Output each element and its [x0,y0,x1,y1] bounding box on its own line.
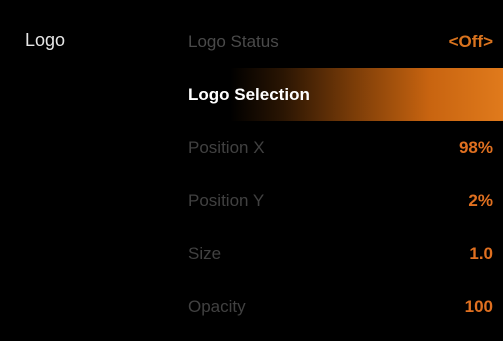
menu-item-value: 2% [468,190,493,210]
menu-item-position-x[interactable]: Position X 98% [170,121,503,174]
menu-item-logo-status[interactable]: Logo Status <Off> [170,15,503,68]
logo-settings-menu: Logo Status <Off> Logo Selection Positio… [170,15,503,333]
menu-item-label: Position X [188,137,265,157]
menu-item-value: 100 [464,296,493,316]
menu-item-label: Logo Status [188,31,279,51]
menu-item-label: Logo Selection [188,84,310,104]
osd-menu-screen: Logo Logo Status <Off> Logo Selection Po… [0,0,503,341]
menu-item-logo-selection[interactable]: Logo Selection [170,68,503,121]
menu-item-opacity[interactable]: Opacity 100 [170,280,503,333]
menu-item-position-y[interactable]: Position Y 2% [170,174,503,227]
menu-item-label: Opacity [188,296,246,316]
menu-item-label: Position Y [188,190,265,210]
menu-item-size[interactable]: Size 1.0 [170,227,503,280]
menu-item-value: 98% [458,137,493,157]
sidebar-section-label: Logo [25,30,66,50]
menu-item-value: 1.0 [469,243,493,263]
menu-item-label: Size [188,243,222,263]
sidebar: Logo [0,0,168,341]
menu-item-value: <Off> [448,31,493,51]
